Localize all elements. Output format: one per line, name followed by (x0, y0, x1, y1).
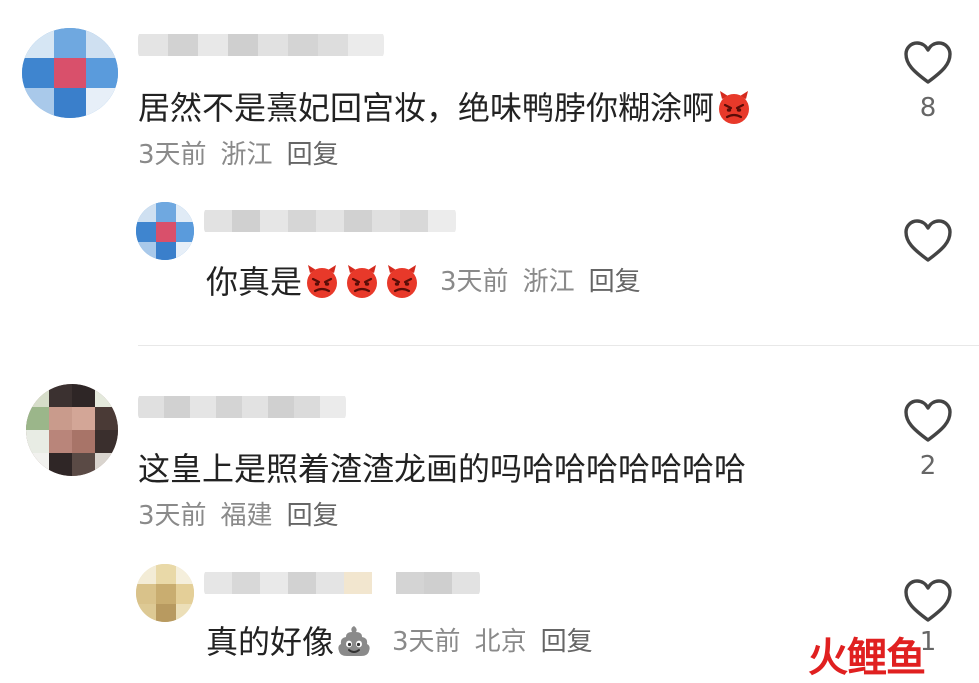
comment-meta: 3天前 福建 回复 (138, 499, 353, 533)
angry-devil-emoji (719, 91, 750, 124)
comment-time: 3天前 (138, 140, 207, 170)
avatar[interactable] (136, 202, 194, 260)
username-blurred[interactable] (138, 30, 384, 60)
reply-location: 北京 (474, 627, 527, 657)
comment-meta: 3天前 浙江 回复 (138, 138, 353, 172)
reply-meta: 3天前 北京 回复 (392, 625, 607, 659)
angry-devil-emoji (307, 265, 338, 298)
username-blurred[interactable] (204, 568, 480, 598)
comment-location: 福建 (220, 501, 273, 531)
angry-devil-emoji (387, 265, 418, 298)
reply-text: 真的好像 (206, 622, 374, 662)
like-count: 2 (919, 451, 937, 481)
reply-location: 浙江 (522, 267, 575, 297)
comment-text: 这皇上是照着渣渣龙画的吗哈哈哈哈哈哈哈 (138, 450, 747, 488)
like-button[interactable]: 2 (898, 398, 958, 482)
heart-outline-icon (904, 579, 952, 622)
comment-text-content: 居然不是熹妃回宫妆，绝味鸭脖你糊涂啊 (138, 89, 715, 127)
comment-time: 3天前 (138, 501, 207, 531)
watermark-logo: 火鲤鱼 (808, 635, 926, 681)
heart-outline-icon (904, 41, 952, 84)
reply-button[interactable]: 回复 (287, 140, 339, 170)
avatar[interactable] (136, 564, 194, 622)
comment-divider (138, 345, 979, 346)
reply-text-content: 真的好像 (206, 623, 335, 661)
reply-time: 3天前 (440, 267, 509, 297)
reply-button[interactable]: 回复 (589, 267, 641, 297)
reply-body: 真的好像 3天前 北京 回复 (206, 622, 607, 662)
avatar[interactable] (26, 384, 118, 476)
avatar[interactable] (22, 28, 118, 118)
like-count: 8 (919, 93, 937, 123)
comment-location: 浙江 (220, 140, 273, 170)
like-button[interactable] (898, 218, 958, 270)
reply-time: 3天前 (392, 627, 461, 657)
reply-button[interactable]: 回复 (287, 501, 339, 531)
angry-devil-emoji (347, 265, 378, 298)
like-button[interactable]: 8 (898, 40, 958, 124)
reply-body: 你真是 3天前 浙江 回复 (206, 262, 655, 302)
reply-meta: 3天前 浙江 回复 (440, 265, 655, 299)
reply-button[interactable]: 回复 (541, 627, 593, 657)
pile-of-poo-emoji (338, 626, 370, 656)
username-blurred[interactable] (204, 206, 456, 236)
username-blurred[interactable] (138, 392, 346, 422)
reply-text-content: 你真是 (206, 263, 303, 301)
comment-item: 居然不是熹妃回宫妆，绝味鸭脖你糊涂啊 3天前 浙江 回复 8 你真是 3天前 浙… (0, 0, 979, 345)
comment-text: 居然不是熹妃回宫妆，绝味鸭脖你糊涂啊 (138, 88, 754, 128)
reply-text: 你真是 (206, 262, 422, 302)
heart-outline-icon (904, 219, 952, 262)
heart-outline-icon (904, 399, 952, 442)
